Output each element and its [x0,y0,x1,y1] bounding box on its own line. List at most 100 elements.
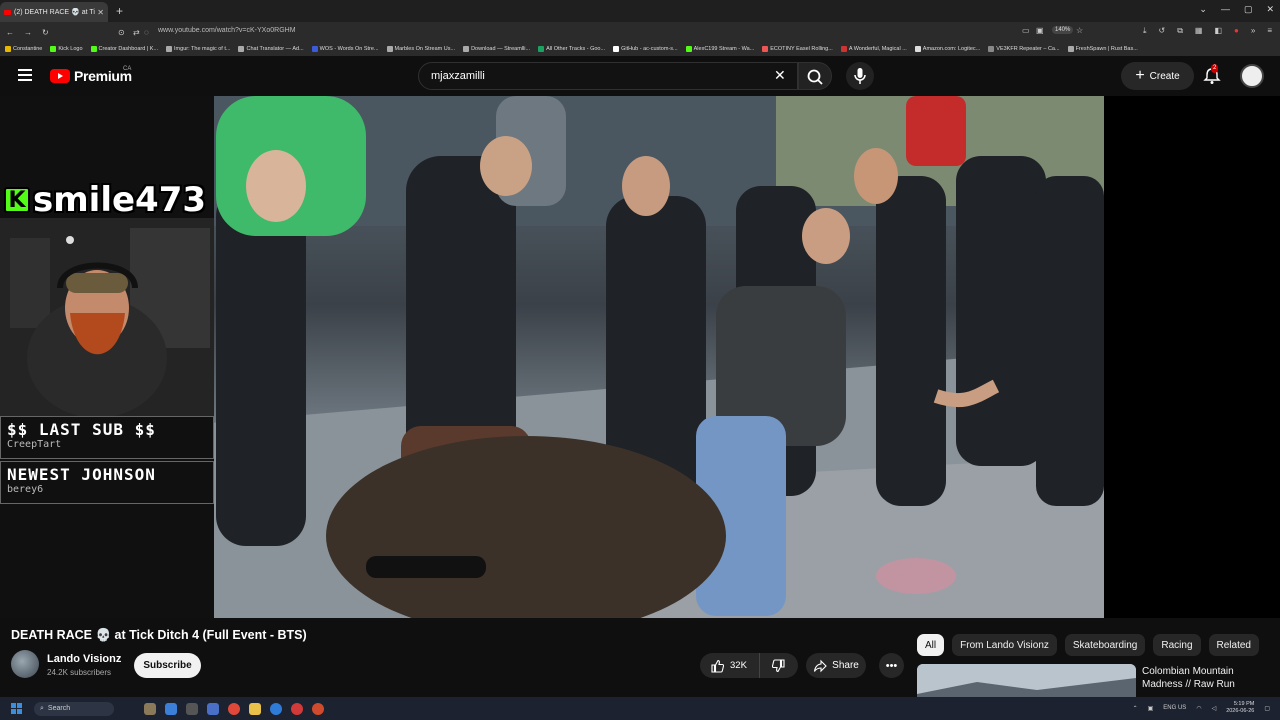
new-tab-button[interactable]: + [116,4,123,18]
screenshot-icon[interactable]: ▣ [1036,26,1044,35]
channel-avatar[interactable] [11,650,39,678]
bookmark-star-icon[interactable]: ☆ [1076,26,1083,35]
chrome-icon[interactable] [228,702,240,715]
more-extensions-icon[interactable]: » [1251,26,1255,36]
youtube-header: Premium CA mjaxzamilli ✕ + Create 2 [0,56,1280,96]
close-window-icon[interactable]: ✕ [1266,4,1274,15]
taskbar-app-icon[interactable] [144,702,156,715]
taskbar-search[interactable]: ⌕ Search [34,701,114,716]
tray-chevron-icon[interactable]: ⌃ [1133,705,1138,712]
recommended-title[interactable]: Colombian Mountain Madness // Raw Run [1142,665,1272,691]
extension-badge-icon[interactable]: ▦ [1195,26,1203,36]
account-avatar[interactable] [1240,64,1264,88]
video-player[interactable]: K smile473 $$ LAST SUB $$ CreepTart NEWE… [0,96,1280,618]
bookmark-item[interactable]: FreshSpawn | Rust Bas... [1067,46,1138,52]
bookmark-favicon-icon [311,46,318,52]
share-button[interactable]: Share [806,653,866,678]
site-info-icon[interactable]: ⊙ [118,28,125,37]
bookmark-item[interactable]: WOS - Words On Stre... [311,46,379,52]
tray-app-icon[interactable]: ▣ [1148,705,1154,712]
subscribe-button[interactable]: Subscribe [134,653,201,678]
system-tray: ⌃ ▣ ENG US ◠ ◁ 5:19 PM 2026-06-26 ▢ [1133,701,1270,715]
search-button[interactable] [798,62,832,90]
extension-red-icon[interactable]: ● [1234,26,1239,36]
tab-close-icon[interactable]: ✕ [97,8,104,17]
bookmark-item[interactable]: Kick Logo [50,46,83,52]
chip-racing[interactable]: Racing [1153,634,1201,656]
like-count: 32K [730,660,747,671]
windows-start-icon[interactable] [11,703,22,714]
youtube-logo[interactable]: Premium [50,68,132,84]
menu-icon[interactable] [18,69,32,81]
bookmark-item[interactable]: Marbles On Stream Us... [386,46,455,52]
plus-icon: + [1135,67,1145,84]
bookmark-item[interactable]: Amazon.com: Logitec... [914,46,980,52]
channel-name[interactable]: Lando Visionz [47,653,121,665]
tab-search-chevron-icon[interactable]: ⌄ [1199,4,1207,15]
bookmark-item[interactable]: A Wonderful, Magical ... [840,46,907,52]
bookmark-item[interactable]: Chat Translator — Ad... [238,46,304,52]
notification-count-badge: 2 [1211,64,1219,73]
zoom-indicator[interactable]: 140% [1052,26,1074,34]
video-title: DEATH RACE 💀 at Tick Ditch 4 (Full Event… [11,628,307,642]
bookmark-label: GitHub - ac-custom-s... [621,46,678,52]
taskbar-app-icon[interactable] [165,702,177,715]
like-button[interactable]: 32K [700,653,760,678]
chip-all[interactable]: All [917,634,945,656]
streamer-name-overlay: K smile473 [4,180,206,220]
volume-icon[interactable]: ◁ [1212,705,1217,712]
browser-menu-icon[interactable]: ≡ [1267,26,1272,36]
minimize-icon[interactable]: — [1221,4,1230,15]
clear-search-icon[interactable]: ✕ [774,67,786,84]
recommended-thumbnail[interactable] [917,664,1136,698]
browser-tab[interactable]: (2) DEATH RACE 💀 at Tick Ditch 4 ✕ [0,2,108,22]
share-icon [814,659,827,672]
url-field[interactable]: www.youtube.com/watch?v=cK-YXo0RGHM [158,27,296,34]
taskbar-app-icon[interactable] [207,702,219,715]
download-icon[interactable]: ⤓ [1143,26,1147,36]
taskbar-app-icon[interactable] [186,702,198,715]
last-sub-heading: $$ LAST SUB $$ [7,420,156,439]
streamer-name: smile473 [33,180,207,220]
extension-kick-icon[interactable]: ◧ [1214,26,1222,36]
more-actions-button[interactable]: ••• [879,653,904,678]
taskbar-app-icon[interactable] [291,702,303,715]
extensions-off-icon[interactable]: ◌ [144,28,149,37]
bookmark-item[interactable]: ECOTINY Easel Rolling... [762,46,833,52]
chip-from-lando-visionz[interactable]: From Lando Visionz [952,634,1057,656]
bookmark-item[interactable]: VE3KFR Repeater – Ca... [988,46,1060,52]
notification-center-icon[interactable]: ▢ [1264,705,1270,712]
tune-icon[interactable]: ⇄ [133,28,140,37]
create-button[interactable]: + Create [1121,62,1194,90]
create-label: Create [1149,70,1180,82]
taskbar-app-icon[interactable] [270,702,282,715]
cast-icon[interactable]: ▭ [1022,26,1030,35]
chip-related[interactable]: Related [1208,634,1259,656]
bookmark-item[interactable]: Download — Streamlli... [463,46,530,52]
bookmark-item[interactable]: Imgur: The magic of t... [166,46,230,52]
taskbar-clock[interactable]: 5:19 PM 2026-06-26 [1226,701,1254,715]
bookmark-item[interactable]: AlexC199 Stream - Wa... [685,46,754,52]
file-explorer-icon[interactable] [249,702,261,715]
bookmark-label: Constantine [13,46,43,52]
chip-skateboarding[interactable]: Skateboarding [1064,634,1146,656]
dislike-button[interactable] [760,658,798,673]
bookmark-favicon-icon [50,46,57,52]
history-icon[interactable]: ↺ [1158,26,1165,36]
notifications-button[interactable]: 2 [1203,64,1221,85]
voice-search-button[interactable] [846,62,874,90]
maximize-icon[interactable]: ▢ [1244,4,1253,15]
bookmark-item[interactable]: All Other Tracks - Goo... [538,46,605,52]
youtube-play-icon [50,69,70,83]
forward-icon[interactable]: → [24,28,32,37]
taskbar-app-icon[interactable] [312,702,324,715]
reload-icon[interactable]: ↻ [42,28,49,37]
bookmark-item[interactable]: Creator Dashboard | K... [90,46,158,52]
wifi-icon[interactable]: ◠ [1196,705,1201,712]
back-icon[interactable]: ← [6,28,14,37]
bookmark-item[interactable]: GitHub - ac-custom-s... [613,46,678,52]
extension-icon[interactable]: ⧉ [1177,26,1183,36]
search-input[interactable]: mjaxzamilli [418,62,798,90]
language-indicator[interactable]: ENG US [1163,705,1186,711]
bookmark-item[interactable]: Constantine [5,46,42,52]
